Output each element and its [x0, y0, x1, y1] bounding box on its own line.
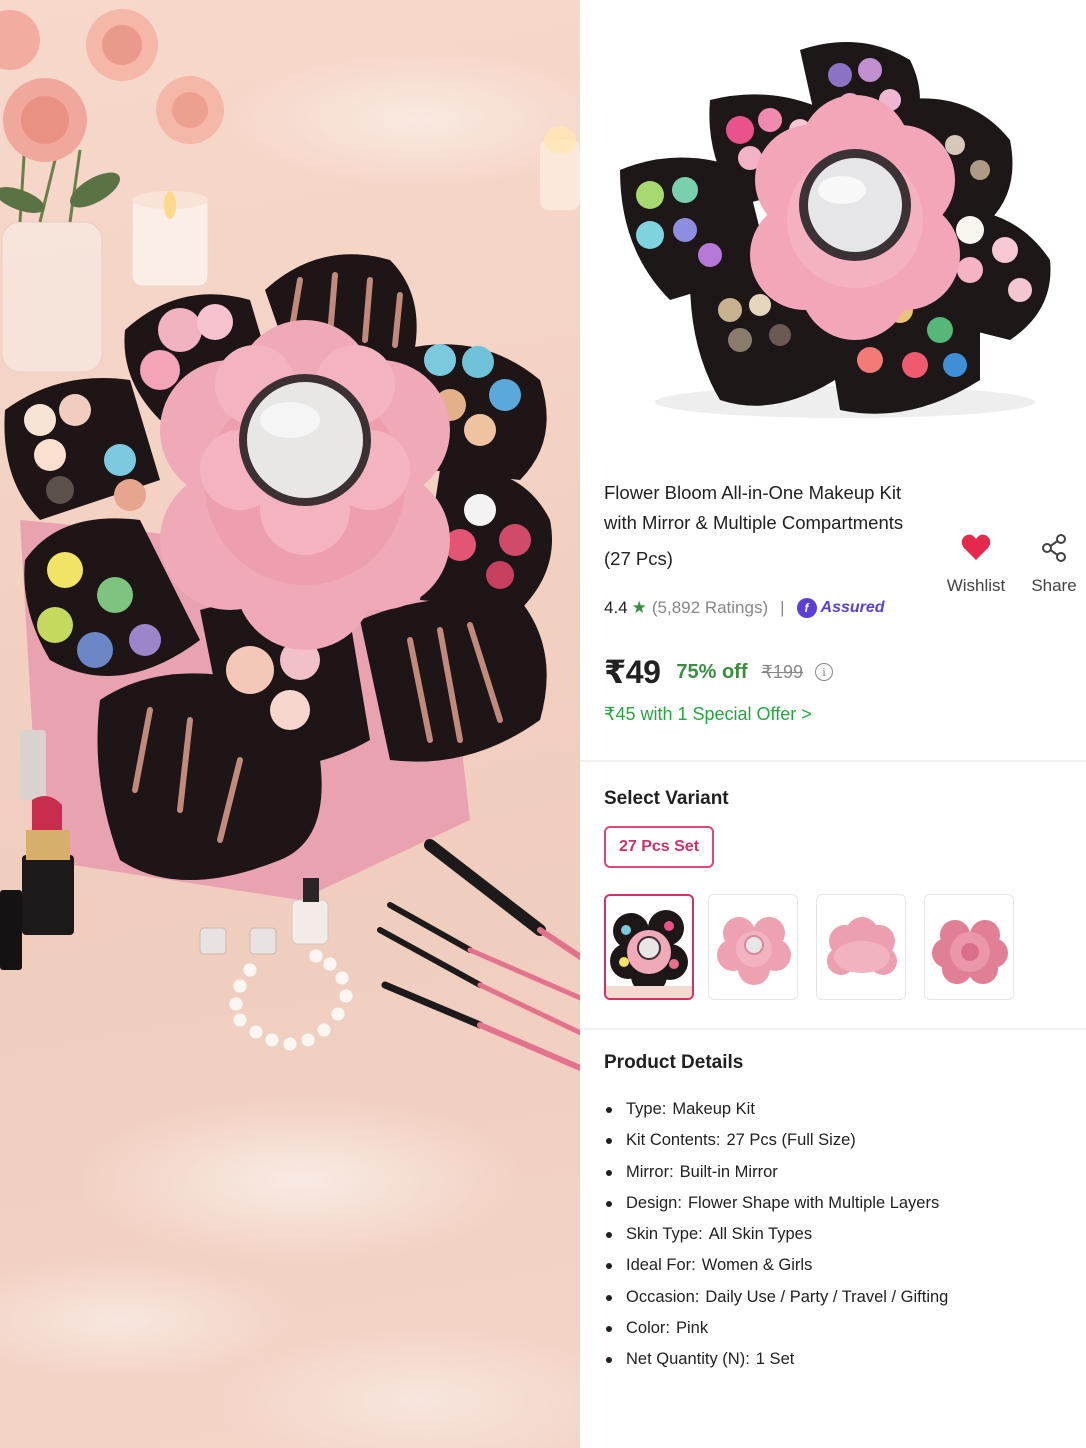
discount-percent: 75% off: [676, 660, 748, 683]
product-hero-image[interactable]: [610, 30, 1060, 430]
lifestyle-illustration: [0, 9, 580, 1072]
share-icon: [1014, 532, 1086, 564]
detail-value: Women & Girls: [701, 1256, 813, 1275]
product-title-line-2: with Mirror & Multiple Compartments: [604, 512, 904, 533]
detail-item: Net Quantity (N): 1 Set: [604, 1344, 948, 1375]
detail-value: All Skin Types: [708, 1225, 813, 1243]
detail-value: 1 Set: [755, 1350, 795, 1368]
share-button[interactable]: Share: [1014, 532, 1086, 596]
detail-item: Skin Type: All Skin Types: [604, 1219, 948, 1250]
detail-key: Occasion:: [626, 1287, 700, 1306]
product-details-heading: Product Details: [604, 1052, 744, 1073]
ratings-count: (5,892 Ratings): [651, 598, 769, 617]
detail-value: Pink: [676, 1318, 709, 1337]
detail-value: Daily Use / Party / Travel / Gifting: [705, 1287, 949, 1306]
special-offer-link[interactable]: ₹45 with 1 Special Offer >: [604, 704, 812, 725]
makeup-kit-illustration: [620, 42, 1051, 418]
wishlist-button[interactable]: Wishlist: [936, 532, 1016, 596]
detail-item: Occasion: Daily Use / Party / Travel / Gi…: [604, 1282, 948, 1313]
product-title: Flower Bloom All-in-One Makeup Kit with …: [604, 478, 944, 574]
detail-item: Type: Makeup Kit: [604, 1094, 948, 1125]
price-row: ₹49 75% off ₹199 i: [604, 652, 833, 692]
wishlist-label: Wishlist: [946, 576, 1006, 595]
detail-key: Mirror:: [626, 1162, 674, 1181]
detail-item: Mirror: Built-in Mirror: [604, 1157, 948, 1188]
lifestyle-product-image: [0, 0, 580, 1448]
detail-key: Type:: [626, 1100, 667, 1118]
assured-label: Assured: [820, 599, 885, 616]
detail-value: Makeup Kit: [672, 1100, 755, 1118]
detail-key: Net Quantity (N):: [626, 1350, 750, 1368]
share-label: Share: [1031, 576, 1077, 595]
section-divider: [580, 1028, 1086, 1030]
variant-thumbnail-1[interactable]: [604, 894, 694, 1000]
assured-badge: f Assured: [796, 598, 885, 618]
selling-price: ₹49: [604, 654, 661, 690]
heart-icon: [936, 532, 1016, 564]
detail-key: Kit Contents:: [626, 1131, 721, 1150]
select-variant-heading: Select Variant: [604, 788, 729, 809]
variant-thumbnail-2[interactable]: [708, 894, 798, 1000]
rating-value: 4.4: [604, 598, 628, 617]
assured-icon: f: [796, 598, 817, 618]
original-price: ₹199: [761, 661, 803, 682]
detail-item: Color: Pink: [604, 1313, 948, 1344]
info-icon[interactable]: i: [814, 663, 833, 681]
detail-item: Design: Flower Shape with Multiple Layers: [604, 1188, 948, 1219]
detail-item: Kit Contents: 27 Pcs (Full Size): [604, 1125, 948, 1156]
detail-key: Design:: [626, 1193, 682, 1212]
variant-thumbnail-4[interactable]: [924, 894, 1014, 1000]
detail-value: 27 Pcs (Full Size): [726, 1131, 856, 1150]
detail-key: Color:: [626, 1318, 671, 1337]
variant-option-27-pcs[interactable]: 27 Pcs Set: [604, 826, 714, 868]
product-info-panel: Flower Bloom All-in-One Makeup Kit with …: [580, 0, 1086, 1448]
product-details-list: Type: Makeup Kit Kit Contents: 27 Pcs (Ful…: [604, 1094, 948, 1375]
product-title-line-3: (27 Pcs): [604, 548, 673, 569]
detail-key: Ideal For:: [626, 1256, 696, 1275]
rating-separator: |: [780, 598, 785, 617]
detail-value: Built-in Mirror: [679, 1162, 778, 1181]
detail-value: Flower Shape with Multiple Layers: [687, 1193, 940, 1212]
star-icon: ★: [631, 598, 647, 617]
detail-key: Skin Type:: [626, 1225, 703, 1243]
variant-thumbnail-3[interactable]: [816, 894, 906, 1000]
detail-item: Ideal For: Women & Girls: [604, 1250, 948, 1281]
product-title-line-1: Flower Bloom All-in-One Makeup Kit: [604, 482, 902, 503]
section-divider: [580, 760, 1086, 762]
rating-row[interactable]: 4.4 ★ (5,892 Ratings) | f Assured: [604, 596, 885, 620]
